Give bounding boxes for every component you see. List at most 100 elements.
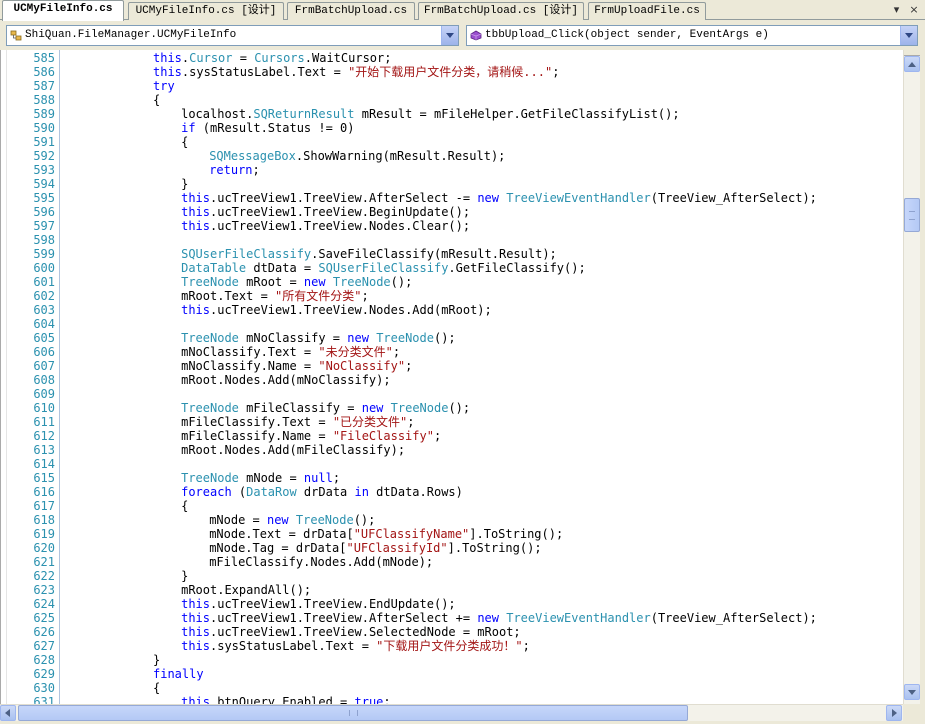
code-token: ; — [252, 163, 260, 177]
code-text: this.sysStatusLabel.Text = "下载用户文件分类成功！"… — [181, 639, 530, 653]
line-number: 603 — [33, 303, 55, 317]
line-number: 585 — [33, 51, 55, 65]
member-combo[interactable]: tbbUpload_Click(object sender, EventArgs… — [466, 25, 918, 46]
line-number: 614 — [33, 457, 55, 471]
code-text: SQUserFileClassify.SaveFileClassify(mRes… — [181, 247, 557, 261]
code-token: true — [354, 695, 384, 704]
code-token: localhost. — [181, 107, 254, 121]
code-token: "已分类文件" — [332, 415, 408, 429]
code-token: ; — [392, 345, 401, 359]
tab-1[interactable]: UCMyFileInfo.cs — [2, 0, 124, 21]
code-text: this.ucTreeView1.TreeView.Nodes.Add(mRoo… — [181, 303, 492, 317]
tab-2[interactable]: UCMyFileInfo.cs [设计] — [128, 2, 284, 20]
tab-5[interactable]: FrmUploadFile.cs — [588, 2, 706, 20]
code-text: { — [181, 499, 188, 513]
code-token: SQReturnResult — [253, 107, 355, 121]
scroll-down-button[interactable] — [904, 684, 920, 700]
line-number: 626 — [33, 625, 55, 639]
vertical-scroll-thumb[interactable] — [904, 198, 920, 232]
code-line: 599 SQUserFileClassify.SaveFileClassify(m… — [1, 247, 903, 261]
line-number: 628 — [33, 653, 55, 667]
code-token: this — [181, 695, 210, 704]
code-text: DataTable dtData = SQUserFileClassify.Ge… — [181, 261, 586, 275]
code-token: null — [303, 471, 333, 485]
code-token: this — [181, 205, 210, 219]
member-combo-dropdown-icon[interactable] — [900, 26, 917, 45]
code-token: DataRow — [246, 485, 297, 499]
code-token: "下载用户文件分类成功！" — [376, 639, 523, 653]
code-token: TreeViewEventHandler — [506, 191, 651, 205]
code-text: TreeNode mRoot = new TreeNode(); — [181, 275, 412, 289]
code-line: 624 this.ucTreeView1.TreeView.EndUpdate()… — [1, 597, 903, 611]
line-number: 600 — [33, 261, 55, 275]
type-combo-dropdown-icon[interactable] — [441, 26, 458, 45]
code-token: return — [209, 163, 253, 177]
code-text: mNoClassify.Text = "未分类文件"; — [181, 345, 400, 359]
code-token: { — [153, 681, 161, 695]
code-token: TreeNode — [181, 275, 239, 289]
code-text: { — [153, 681, 160, 695]
navigation-bar: ShiQuan.FileManager.UCMyFileInfo tbbUplo… — [0, 21, 925, 50]
code-line: 620 mNode.Tag = drData["UFClassifyId"].To… — [1, 541, 903, 555]
code-token: this — [153, 65, 182, 79]
line-number: 619 — [33, 527, 55, 541]
code-text: foreach (DataRow drData in dtData.Rows) — [181, 485, 463, 499]
tab-4[interactable]: FrmBatchUpload.cs [设计] — [418, 2, 584, 20]
scroll-left-button[interactable] — [0, 705, 16, 721]
code-text: this.ucTreeView1.TreeView.SelectedNode =… — [181, 625, 521, 639]
vertical-scrollbar[interactable] — [903, 50, 920, 704]
code-line: 615 TreeNode mNode = null; — [1, 471, 903, 485]
scroll-up-button[interactable] — [904, 56, 920, 72]
code-line: 619 mNode.Text = drData["UFClassifyName"]… — [1, 527, 903, 541]
type-combo[interactable]: ShiQuan.FileManager.UCMyFileInfo — [6, 25, 459, 46]
line-number: 612 — [33, 429, 55, 443]
code-text: mRoot.Nodes.Add(mNoClassify); — [181, 373, 391, 387]
code-token: mRoot.Nodes.Add(mFileClassify); — [181, 443, 406, 457]
close-tab-icon[interactable]: × — [907, 3, 921, 16]
code-text: finally — [153, 667, 204, 681]
code-editor[interactable]: 585 this.Cursor = Cursors.WaitCursor; 586 t… — [0, 50, 903, 704]
code-text: TreeNode mNoClassify = new TreeNode(); — [181, 331, 456, 345]
code-token: (TreeView_AfterSelect); — [650, 191, 817, 205]
member-combo-value: tbbUpload_Click(object sender, EventArgs… — [485, 29, 769, 41]
line-number: 596 — [33, 205, 55, 219]
code-token: ].ToString(); — [469, 527, 564, 541]
code-text: } — [153, 653, 160, 667]
code-text: mNode.Tag = drData["UFClassifyId"].ToStr… — [209, 541, 541, 555]
code-token: new — [347, 331, 369, 345]
code-line: 613 mRoot.Nodes.Add(mFileClassify); — [1, 443, 903, 457]
code-text: this.ucTreeView1.TreeView.EndUpdate(); — [181, 597, 456, 611]
line-number: 631 — [33, 695, 55, 704]
code-token: try — [153, 79, 175, 93]
code-text: try — [153, 79, 175, 93]
active-files-dropdown-icon[interactable]: ▾ — [890, 3, 904, 16]
code-token: Cursor — [189, 51, 233, 65]
code-text: mRoot.Nodes.Add(mFileClassify); — [181, 443, 405, 457]
line-number: 624 — [33, 597, 55, 611]
code-token: mRoot.Text = — [181, 289, 276, 303]
code-token: ; — [522, 639, 530, 653]
tab-3[interactable]: FrmBatchUpload.cs — [287, 2, 415, 20]
horizontal-scroll-thumb[interactable] — [18, 705, 688, 721]
code-line: 606 mNoClassify.Text = "未分类文件"; — [1, 345, 903, 359]
code-line: 616 foreach (DataRow drData in dtData.Row… — [1, 485, 903, 499]
code-token: .ShowWarning(mResult.Result); — [295, 149, 506, 163]
scroll-right-button[interactable] — [886, 705, 902, 721]
line-number: 593 — [33, 163, 55, 177]
line-number: 622 — [33, 569, 55, 583]
code-text: mFileClassify.Name = "FileClassify"; — [181, 429, 441, 443]
line-number: 598 — [33, 233, 55, 247]
code-text: this.ucTreeView1.TreeView.Nodes.Clear(); — [181, 219, 470, 233]
line-number: 630 — [33, 681, 55, 695]
code-token: (); — [353, 513, 376, 527]
code-token: .ucTreeView1.TreeView.EndUpdate(); — [210, 597, 456, 611]
line-number: 609 — [33, 387, 55, 401]
code-token: "所有文件分类" — [275, 289, 362, 303]
line-number: 616 — [33, 485, 55, 499]
code-token: mNode = — [209, 513, 267, 527]
horizontal-scrollbar[interactable] — [0, 704, 903, 721]
code-token: TreeNode — [181, 331, 239, 345]
code-text: { — [181, 135, 188, 149]
code-text: mRoot.Text = "所有文件分类"; — [181, 289, 369, 303]
code-token: ; — [433, 429, 442, 443]
